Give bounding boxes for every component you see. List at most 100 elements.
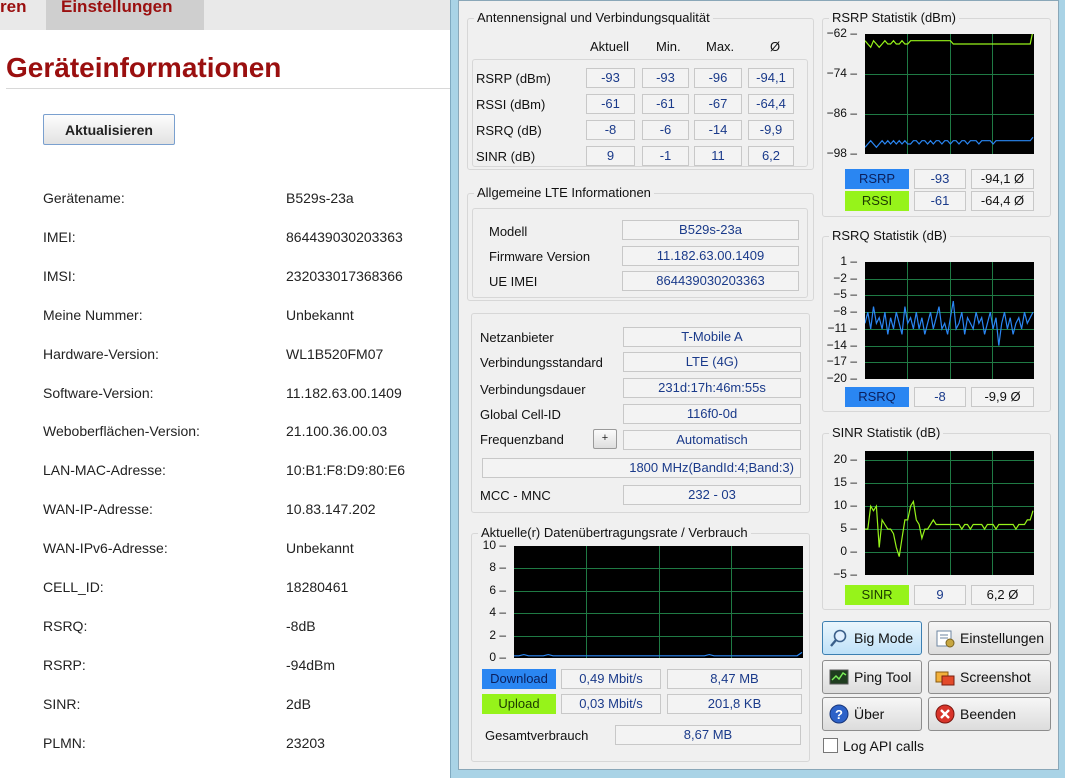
rsrp-legend: RSRP bbox=[845, 169, 909, 189]
device-info-label: IMSI: bbox=[43, 267, 76, 284]
ping-tool-label: Ping Tool bbox=[854, 669, 912, 685]
log-api-checkbox[interactable] bbox=[823, 738, 838, 753]
device-info-row: PLMN: 23203 bbox=[43, 735, 443, 755]
big-mode-button[interactable]: Big Mode bbox=[822, 621, 922, 655]
ue-imei-value: 864439030203363 bbox=[622, 271, 799, 291]
y-tick-label: −74 – bbox=[826, 66, 857, 80]
device-info-row: Hardware-Version: WL1B520FM07 bbox=[43, 346, 443, 366]
svg-text:?: ? bbox=[835, 707, 843, 722]
screenshot-button[interactable]: Screenshot bbox=[928, 660, 1051, 694]
signal-row-label: SINR (dB) bbox=[476, 149, 536, 164]
col-header-avg: Ø bbox=[770, 39, 781, 54]
app-window: Antennensignal und Verbindungsqualität A… bbox=[450, 0, 1065, 778]
device-info-row: Meine Nummer: Unbekannt bbox=[43, 307, 443, 327]
firmware-label: Firmware Version bbox=[489, 249, 591, 264]
settings-button[interactable]: Einstellungen bbox=[928, 621, 1051, 655]
web-page: ren Einstellungen Geräteinformationen Ak… bbox=[0, 0, 460, 778]
signal-row-label: RSSI (dBm) bbox=[476, 97, 546, 112]
rsrq-plot bbox=[864, 262, 1034, 379]
device-info-value: -94dBm bbox=[286, 656, 336, 673]
sinr-current: 9 bbox=[914, 585, 966, 605]
upload-legend: Upload bbox=[482, 694, 556, 714]
ping-tool-button[interactable]: Ping Tool bbox=[822, 660, 922, 694]
y-tick-label: 4 – bbox=[489, 605, 506, 620]
screenshot-label: Screenshot bbox=[960, 669, 1031, 685]
band-expand-button[interactable]: + bbox=[593, 429, 617, 449]
sinr-average: 6,2 Ø bbox=[971, 585, 1034, 605]
rssi-current: -61 bbox=[914, 191, 966, 211]
mccmnc-value: 232 - 03 bbox=[623, 485, 801, 505]
standard-value: LTE (4G) bbox=[623, 352, 801, 372]
rsrp-plot-svg bbox=[864, 30, 1034, 154]
device-info-row: RSRQ: -8dB bbox=[43, 618, 443, 638]
rsrq-stats-group: RSRQ Statistik (dB) 1 – −2 – −5 – −8 – −11 –… bbox=[822, 228, 1051, 412]
device-info-label: Software-Version: bbox=[43, 384, 154, 401]
settings-label: Einstellungen bbox=[960, 630, 1045, 646]
signal-value-cell: -93 bbox=[642, 68, 689, 88]
y-tick-label: 10 – bbox=[833, 498, 857, 513]
quit-button[interactable]: Beenden bbox=[928, 697, 1051, 731]
rsrq-stats-title: RSRQ Statistik (dB) bbox=[829, 228, 950, 243]
lte-group-title: Allgemeine LTE Informationen bbox=[474, 185, 654, 200]
y-tick-label: −2 – bbox=[833, 270, 857, 285]
device-info-row: WAN-IP-Adresse: 10.83.147.202 bbox=[43, 501, 443, 521]
y-tick-label: 6 – bbox=[489, 582, 506, 597]
rsrq-legend: RSRQ bbox=[845, 387, 909, 407]
device-info-label: Hardware-Version: bbox=[43, 345, 159, 362]
signal-value-cell: 11 bbox=[694, 146, 742, 166]
y-tick-label: 8 – bbox=[489, 560, 506, 575]
total-usage-value: 8,67 MB bbox=[615, 725, 801, 745]
band-label: Frequenzband bbox=[480, 432, 564, 447]
about-button[interactable]: ? Über bbox=[822, 697, 922, 731]
y-tick-label: −20 – bbox=[826, 371, 857, 385]
device-info-row: RSRP: -94dBm bbox=[43, 657, 443, 677]
device-info-value: -8dB bbox=[286, 617, 316, 634]
signal-value-cell: -61 bbox=[586, 94, 635, 114]
device-info-label: Meine Nummer: bbox=[43, 306, 143, 323]
device-info-value: 21.100.36.00.03 bbox=[286, 423, 388, 440]
device-info-value: 10.83.147.202 bbox=[286, 501, 376, 518]
cellid-value: 116f0-0d bbox=[623, 404, 801, 424]
sinr-legend: SINR bbox=[845, 585, 909, 605]
firmware-value: 11.182.63.00.1409 bbox=[622, 246, 799, 266]
device-info-label: RSRQ: bbox=[43, 617, 88, 634]
device-info-row: Gerätename: B529s-23a bbox=[43, 190, 443, 210]
magnifier-icon bbox=[829, 628, 849, 648]
page-title: Geräteinformationen bbox=[6, 52, 282, 83]
signal-value-cell: -9,9 bbox=[748, 120, 794, 140]
refresh-button[interactable]: Aktualisieren bbox=[43, 114, 175, 145]
y-tick-label: 20 – bbox=[833, 452, 857, 467]
device-info-value: 11.182.63.00.1409 bbox=[286, 384, 402, 401]
nav-tab-einstellungen[interactable]: Einstellungen bbox=[46, 0, 204, 30]
standard-label: Verbindungsstandard bbox=[480, 355, 603, 370]
signal-value-cell: -64,4 bbox=[748, 94, 794, 114]
rate-plot-svg bbox=[514, 546, 803, 658]
device-info-label: WAN-IPv6-Adresse: bbox=[43, 540, 168, 557]
y-tick-label: −86 – bbox=[826, 106, 857, 120]
total-usage-label: Gesamtverbrauch bbox=[485, 728, 589, 743]
sinr-plot-svg bbox=[865, 451, 1034, 575]
y-tick-label: −5 – bbox=[833, 567, 857, 581]
device-info-value: B529s-23a bbox=[286, 190, 354, 206]
device-info-value: Unbekannt bbox=[286, 540, 354, 557]
rsrp-current: -93 bbox=[914, 169, 966, 189]
web-nav-bar: ren Einstellungen bbox=[0, 0, 460, 30]
device-info-row: Weboberflächen-Version: 21.100.36.00.03 bbox=[43, 423, 443, 443]
app-client-area: Antennensignal und Verbindungsqualität A… bbox=[458, 0, 1059, 770]
y-tick-label: −98 – bbox=[826, 146, 857, 160]
signal-value-cell: -94,1 bbox=[748, 68, 794, 88]
model-label: Modell bbox=[489, 224, 528, 239]
provider-value: T-Mobile A bbox=[623, 327, 801, 347]
device-info-value: WL1B520FM07 bbox=[286, 345, 384, 362]
signal-table: RSRP (dBm) -93 -93 -96 -94,1 RSSI (dBm) -61 -61… bbox=[472, 59, 808, 167]
nav-tab-partial[interactable]: ren bbox=[0, 0, 40, 30]
signal-value-cell: -96 bbox=[694, 68, 742, 88]
device-info-row: SINR: 2dB bbox=[43, 696, 443, 716]
y-tick-label: −8 – bbox=[833, 304, 857, 319]
device-info-row: IMSI: 232033017368366 bbox=[43, 268, 443, 288]
signal-row-label: RSRQ (dB) bbox=[476, 123, 542, 138]
quit-label: Beenden bbox=[960, 706, 1017, 722]
download-total: 8,47 MB bbox=[667, 669, 802, 689]
y-tick-label: −5 – bbox=[833, 287, 857, 302]
col-header-min: Min. bbox=[656, 39, 681, 54]
